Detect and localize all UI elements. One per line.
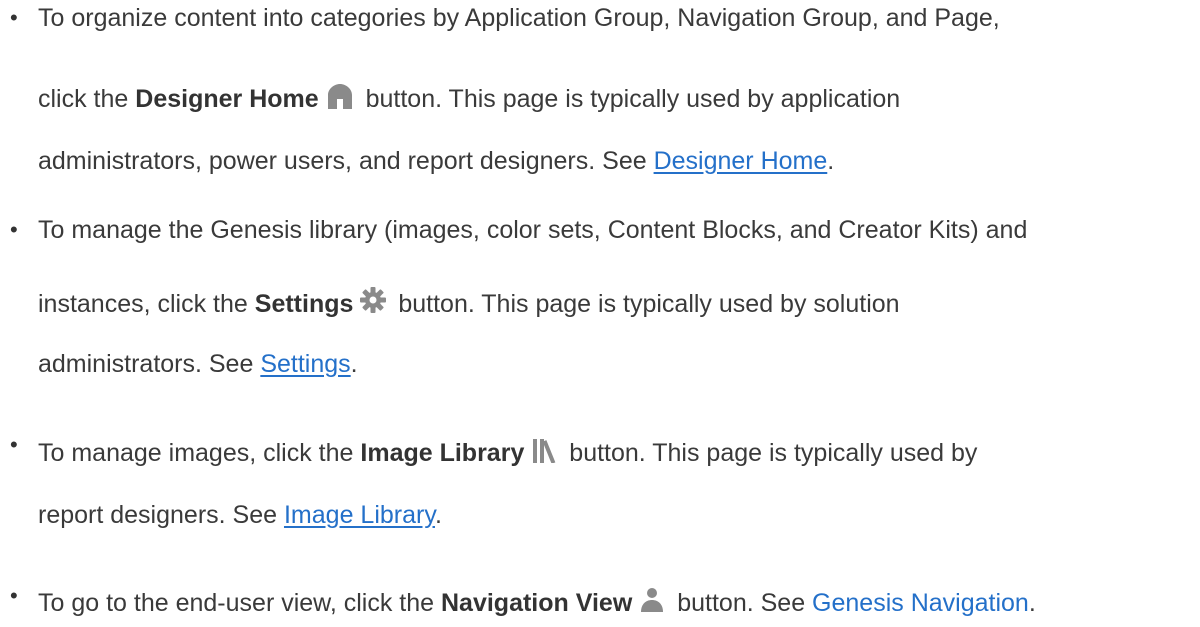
bullet: •	[10, 432, 18, 457]
item-text-line: To go to the end-user view, click the Na…	[38, 587, 1036, 617]
designer-home-label: Designer Home	[135, 85, 319, 113]
item-text-line: administrators. See Settings.	[38, 350, 358, 378]
image-library-label: Image Library	[360, 439, 525, 467]
item-text-line: administrators, power users, and report …	[38, 147, 835, 175]
home-icon	[325, 83, 355, 109]
bullet: •	[10, 583, 18, 608]
user-icon	[638, 587, 666, 613]
library-icon	[530, 437, 558, 463]
item-text-line: To organize content into categories by A…	[38, 4, 1000, 32]
bullet: •	[10, 217, 18, 242]
gear-icon	[359, 286, 387, 314]
settings-label: Settings	[254, 290, 354, 318]
bullet: •	[10, 5, 18, 30]
settings-link[interactable]: Settings	[260, 350, 350, 378]
item-text-line: instances, click the Settings button. Th…	[38, 286, 900, 319]
image-library-link[interactable]: Image Library	[284, 501, 435, 529]
item-text-line: click the Designer Home button. This pag…	[38, 83, 901, 113]
item-text-line: To manage the Genesis library (images, c…	[38, 216, 1028, 244]
navigation-view-label: Navigation View	[441, 589, 633, 617]
designer-home-link[interactable]: Designer Home	[654, 147, 828, 175]
item-text-line: report designers. See Image Library.	[38, 501, 442, 529]
item-text-line: To manage images, click the Image Librar…	[38, 437, 978, 467]
genesis-navigation-link[interactable]: Genesis Navigation	[812, 589, 1029, 617]
help-document: • To organize content into categories by…	[0, 0, 1200, 627]
